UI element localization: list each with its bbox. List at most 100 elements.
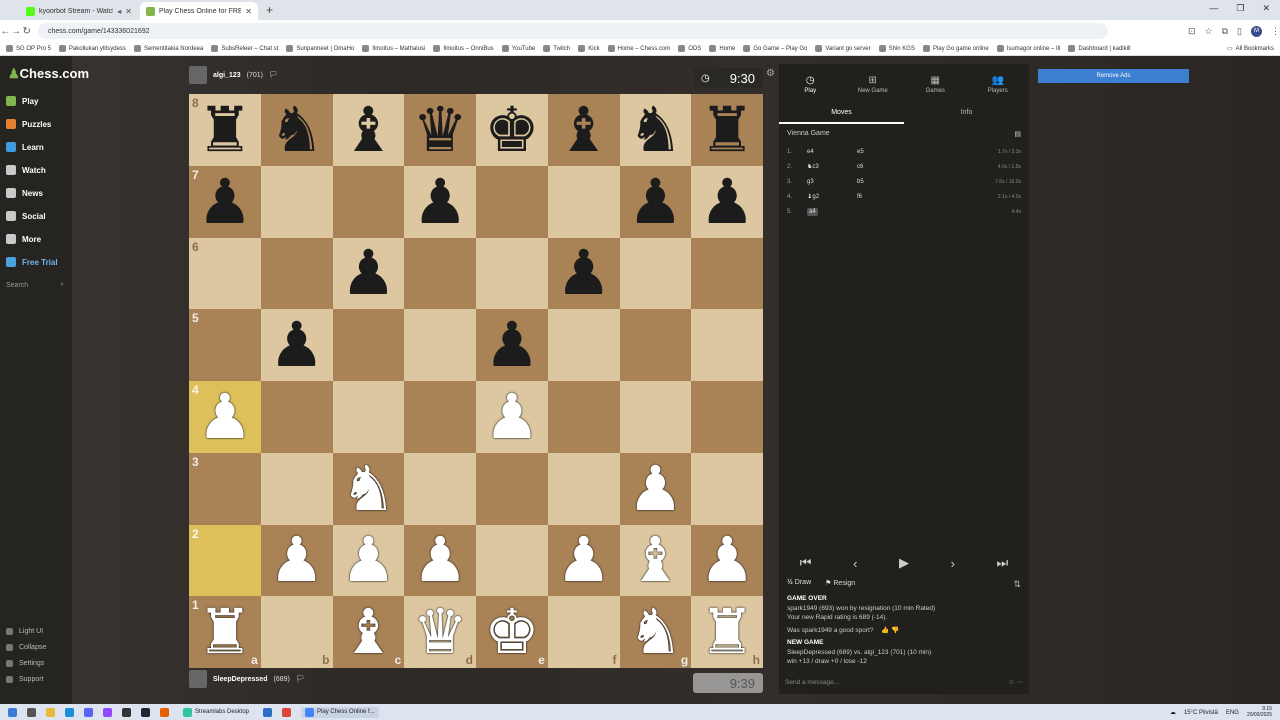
task-view-icon[interactable]: [27, 707, 36, 717]
square-b3[interactable]: [260, 452, 333, 525]
square-e3[interactable]: [476, 452, 548, 525]
square-b8[interactable]: ♞: [260, 94, 333, 166]
sidebar-item-news[interactable]: News: [6, 188, 43, 198]
black-bishop-icon[interactable]: ♝: [341, 98, 397, 161]
square-e1[interactable]: e ♚: [476, 596, 548, 668]
square-c2[interactable]: ♟: [332, 524, 405, 597]
white-queen-icon[interactable]: ♛: [412, 601, 468, 663]
play-moves-icon[interactable]: ▶: [899, 555, 909, 571]
resign-button[interactable]: ⚑ Resign: [825, 579, 855, 587]
square-g4[interactable]: [619, 381, 692, 453]
sidebar-search[interactable]: Search ⌕: [6, 278, 68, 292]
emoji-icon[interactable]: ☺: [1008, 679, 1015, 686]
edge-icon[interactable]: [65, 707, 74, 717]
square-d1[interactable]: d ♛: [404, 596, 476, 668]
all-bookmarks-button[interactable]: ▭ All Bookmarks: [1227, 45, 1274, 53]
black-knight-icon[interactable]: ♞: [628, 98, 684, 161]
square-b2[interactable]: ♟: [260, 524, 333, 597]
bookmark-item[interactable]: YouTube: [501, 45, 535, 52]
square-c3[interactable]: ♞: [332, 452, 405, 525]
white-move[interactable]: ♞c3: [807, 164, 819, 170]
bookmark-item[interactable]: Variant go server: [815, 45, 871, 52]
black-move[interactable]: f6: [857, 194, 897, 200]
bookmark-item[interactable]: Sementitakia Nordeea: [133, 45, 203, 52]
bookmark-item[interactable]: Ilmoitus – OnniBus: [433, 45, 494, 52]
square-g7[interactable]: ♟: [619, 165, 692, 238]
new-tab-button[interactable]: +: [266, 3, 273, 17]
panel-tab-new-game[interactable]: ⊞ New Game: [842, 64, 905, 104]
bookmark-item[interactable]: ODS: [678, 45, 701, 52]
square-h3[interactable]: [691, 452, 763, 525]
sidebar-item-watch[interactable]: Watch: [6, 165, 46, 175]
white-pawn-icon[interactable]: ♟: [556, 529, 612, 591]
square-f4[interactable]: [547, 381, 620, 453]
black-knight-icon[interactable]: ♞: [269, 98, 325, 161]
white-pawn-icon[interactable]: ♟: [197, 385, 253, 448]
url-field[interactable]: chess.com/game/143336021692: [37, 23, 1108, 39]
bookmark-item[interactable]: Isumagor online – Ill: [996, 45, 1060, 52]
square-a8[interactable]: 8 ♜: [189, 94, 261, 166]
white-pawn-icon[interactable]: ♟: [341, 529, 397, 591]
square-d6[interactable]: [404, 237, 476, 310]
black-pawn-icon[interactable]: ♟: [412, 170, 468, 233]
square-f6[interactable]: ♟: [547, 237, 620, 310]
black-move[interactable]: e5: [857, 149, 897, 155]
sidebar-item-light-ui[interactable]: Light UI: [6, 628, 43, 635]
black-pawn-icon[interactable]: ♟: [556, 242, 612, 304]
square-h8[interactable]: ♜: [691, 94, 763, 166]
install-icon[interactable]: ⊡: [1188, 26, 1196, 37]
white-pawn-icon[interactable]: ♟: [699, 529, 755, 591]
square-e2[interactable]: [476, 524, 548, 597]
twitch-icon[interactable]: [103, 707, 112, 717]
black-queen-icon[interactable]: ♛: [412, 98, 468, 161]
menu-icon[interactable]: ⋮: [1271, 26, 1280, 37]
bookmark-item[interactable]: Home: [709, 45, 735, 52]
bookmark-item[interactable]: Kick: [578, 45, 600, 52]
square-a7[interactable]: 7 ♟: [189, 165, 261, 238]
black-pawn-icon[interactable]: ♟: [341, 242, 397, 304]
black-bishop-icon[interactable]: ♝: [556, 98, 612, 161]
square-g6[interactable]: [619, 237, 692, 310]
square-a1[interactable]: 1 a ♜: [189, 596, 261, 668]
sidebar-item-collapse[interactable]: Collapse: [6, 644, 46, 651]
profile-avatar[interactable]: M: [1250, 25, 1262, 37]
square-e5[interactable]: ♟: [476, 309, 548, 381]
extensions-icon[interactable]: ⧉: [1222, 26, 1228, 37]
bookmark-item[interactable]: Play Go game online: [922, 45, 989, 52]
more-options-icon[interactable]: ⋯: [1017, 679, 1024, 686]
forward-icon[interactable]: →: [11, 26, 22, 37]
browser-tab-kick[interactable]: kyoorbot Stream - Watch L ◂ ✕: [20, 2, 138, 20]
white-pawn-icon[interactable]: ♟: [412, 529, 468, 591]
square-c6[interactable]: ♟: [332, 237, 405, 310]
app-icon[interactable]: [263, 707, 273, 717]
square-d7[interactable]: ♟: [404, 165, 476, 238]
opening-name[interactable]: Vienna Game: [787, 130, 830, 138]
bookmark-item[interactable]: Shin KGS: [878, 45, 915, 52]
bookmark-item[interactable]: Twitch: [543, 45, 570, 52]
white-pawn-icon[interactable]: ♟: [269, 529, 325, 591]
white-move[interactable]: a4: [807, 207, 818, 216]
black-move[interactable]: c6: [857, 164, 897, 170]
square-b7[interactable]: [260, 165, 333, 238]
black-pawn-icon[interactable]: ♟: [197, 170, 253, 233]
chat-input[interactable]: Send a message... ☺ ⋯: [779, 670, 1029, 694]
white-rook-icon[interactable]: ♜: [197, 601, 253, 663]
square-f3[interactable]: [547, 452, 620, 525]
bookmark-item[interactable]: SubsReleer – Chat st: [211, 45, 278, 52]
square-a6[interactable]: 6: [189, 237, 261, 310]
square-c7[interactable]: [332, 165, 405, 238]
square-f5[interactable]: [547, 309, 620, 381]
black-pawn-icon[interactable]: ♟: [484, 314, 540, 376]
black-rook-icon[interactable]: ♜: [197, 98, 253, 161]
square-a5[interactable]: 5: [189, 309, 261, 381]
maximize-icon[interactable]: ❐: [1236, 3, 1244, 14]
sidebar-item-social[interactable]: Social: [6, 211, 46, 221]
speaker-icon[interactable]: ◂: [117, 7, 121, 16]
draw-button[interactable]: ½ Draw: [787, 579, 811, 587]
firefox-icon[interactable]: [160, 707, 169, 717]
white-rook-icon[interactable]: ♜: [699, 601, 755, 663]
square-h4[interactable]: [691, 381, 763, 453]
top-player-name[interactable]: algi_123: [213, 72, 241, 79]
taskbar-app-streamlabs[interactable]: Streamlabs Desktop: [179, 707, 253, 718]
white-king-icon[interactable]: ♚: [484, 601, 540, 663]
